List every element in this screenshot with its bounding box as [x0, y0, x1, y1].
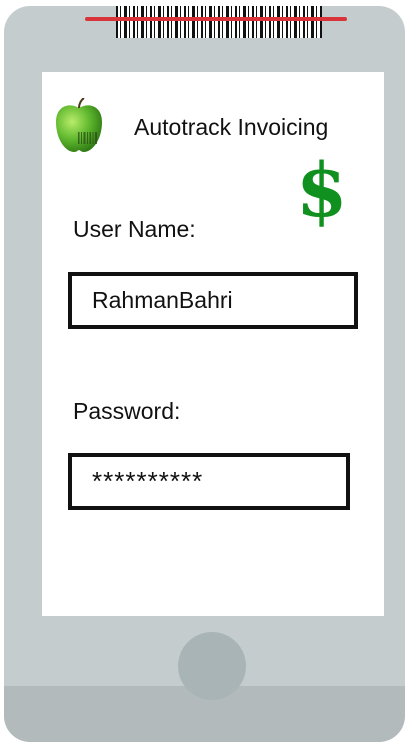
dollar-sign-icon: $: [296, 148, 348, 234]
home-button[interactable]: [178, 632, 246, 700]
green-apple-barcode-icon: [56, 98, 102, 152]
app-title: Autotrack Invoicing: [134, 114, 329, 140]
password-label: Password:: [73, 398, 181, 424]
barcode-icon: [116, 6, 322, 38]
scan-line: [85, 17, 347, 21]
app-screen: Autotrack Invoicing $ User Name: RahmanB…: [42, 72, 384, 616]
username-label: User Name:: [73, 216, 196, 242]
password-field[interactable]: **********: [68, 453, 350, 510]
username-field[interactable]: RahmanBahri: [68, 272, 358, 329]
